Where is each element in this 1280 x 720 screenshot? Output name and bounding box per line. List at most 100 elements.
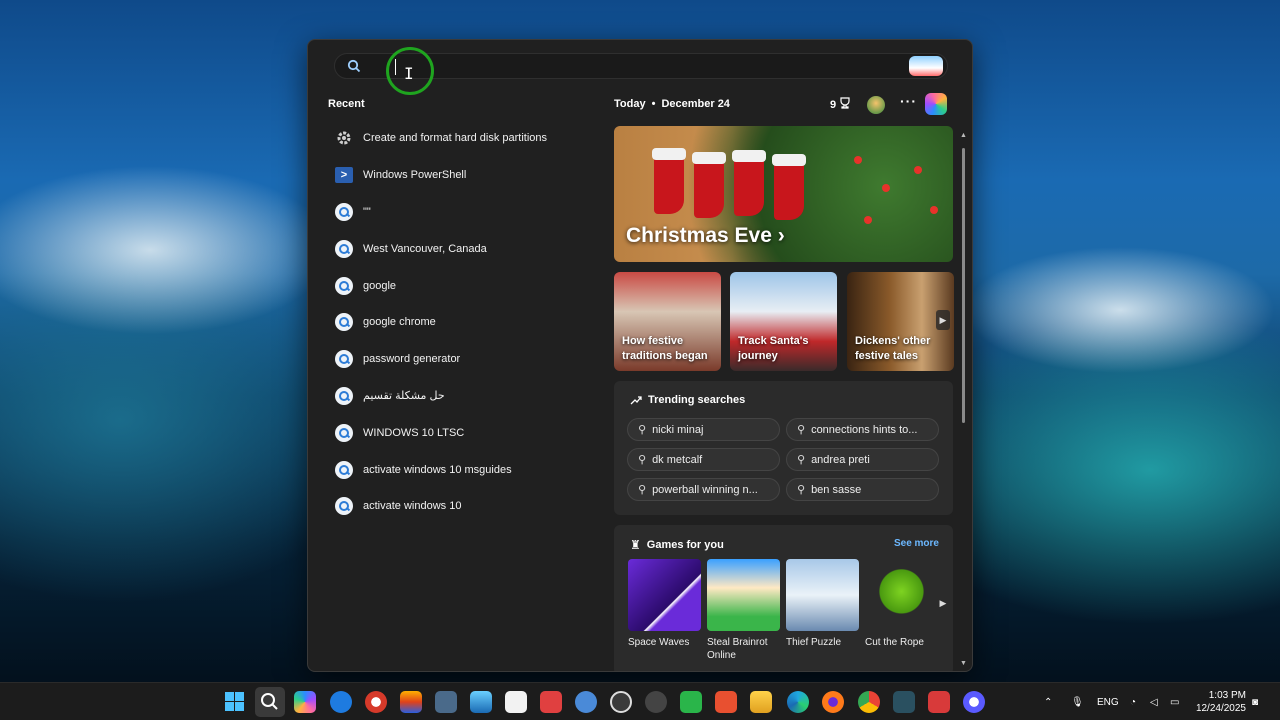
- windows-logo-icon: [235, 702, 244, 711]
- rewards-button[interactable]: 9: [830, 97, 851, 111]
- trophy-icon: [840, 97, 850, 109]
- recent-item-search[interactable]: google: [334, 267, 594, 304]
- game-thumbnail: [628, 559, 701, 631]
- recent-item-search[interactable]: activate windows 10 msguides: [334, 451, 594, 488]
- trending-pill[interactable]: ⚲ connections hints to...: [786, 418, 939, 441]
- recent-item-powershell[interactable]: > Windows PowerShell: [334, 157, 594, 194]
- recent-item-label: West Vancouver, Canada: [363, 242, 487, 255]
- game-name: Steal Brainrot Online: [707, 637, 768, 661]
- more-options-icon[interactable]: ···: [900, 93, 917, 109]
- ornament-graphic: [930, 206, 938, 214]
- app-icon[interactable]: [680, 691, 702, 713]
- stocking-graphic: [652, 148, 686, 214]
- battery-icon[interactable]: ▭: [1170, 683, 1179, 720]
- next-arrow-icon[interactable]: ▶: [936, 310, 950, 330]
- recent-item-label: حل مشكلة تقسيم: [363, 390, 445, 403]
- game-tile[interactable]: Steal Brainrot Online: [707, 559, 780, 662]
- search-icon: ⚲: [638, 484, 647, 496]
- trending-pill[interactable]: ⚲ ben sasse: [786, 478, 939, 501]
- media-player-icon[interactable]: [330, 691, 352, 713]
- avatar[interactable]: [867, 96, 885, 114]
- next-arrow-icon[interactable]: ▶: [936, 593, 950, 613]
- start-button[interactable]: [224, 691, 246, 713]
- notification-icon[interactable]: ◙: [1252, 683, 1258, 720]
- recent-item-search[interactable]: google chrome: [334, 304, 594, 341]
- ornament-graphic: [882, 184, 890, 192]
- scroll-down-icon[interactable]: ▼: [960, 660, 967, 667]
- app-icon[interactable]: [505, 691, 527, 713]
- volume-icon[interactable]: ◁: [1150, 683, 1158, 720]
- recent-item-search[interactable]: activate windows 10: [334, 488, 594, 525]
- chrome-icon[interactable]: [858, 691, 880, 713]
- story-card[interactable]: How festive traditions began: [614, 272, 721, 371]
- search-input[interactable]: [369, 57, 889, 77]
- copilot-app-icon[interactable]: [294, 691, 316, 713]
- ornament-graphic: [914, 166, 922, 174]
- app-icon[interactable]: [400, 691, 422, 713]
- game-name: Thief Puzzle: [786, 637, 842, 648]
- game-tile[interactable]: Cut the Rope: [865, 559, 938, 649]
- recent-item-search[interactable]: حل مشكلة تقسيم: [334, 378, 594, 415]
- search-icon: ⚲: [638, 454, 647, 466]
- app-icon[interactable]: [575, 691, 597, 713]
- scroll-up-icon[interactable]: ▲: [960, 132, 967, 139]
- trending-pill[interactable]: ⚲ andrea preti: [786, 448, 939, 471]
- app-icon[interactable]: [893, 691, 915, 713]
- photos-icon[interactable]: [470, 691, 492, 713]
- game-tile[interactable]: Space Waves: [628, 559, 701, 649]
- clock-date: 12/24/2025: [1195, 703, 1246, 714]
- search-result-icon: [335, 386, 353, 405]
- app-icon[interactable]: [435, 691, 457, 713]
- search-icon: [347, 59, 361, 73]
- search-icon: ⚲: [638, 424, 647, 436]
- record-app-icon[interactable]: [365, 691, 387, 713]
- edge-browser-icon[interactable]: [787, 691, 809, 713]
- app-icon[interactable]: [928, 691, 950, 713]
- trending-pill[interactable]: ⚲ dk metcalf: [627, 448, 780, 471]
- app-icon[interactable]: [610, 691, 632, 713]
- trending-searches: Trending searches ⚲ nicki minaj ⚲ connecti…: [614, 381, 953, 515]
- hero-card-christmas-eve[interactable]: Christmas Eve ›: [614, 126, 953, 262]
- clock[interactable]: 1:03 PM 12/24/2025: [1196, 689, 1246, 715]
- app-icon[interactable]: [963, 691, 985, 713]
- see-more-link[interactable]: See more: [894, 538, 939, 549]
- story-card[interactable]: Track Santa's journey: [730, 272, 837, 371]
- microphone-icon[interactable]: 🎙: [1071, 683, 1084, 720]
- search-highlight-icon[interactable]: [909, 56, 943, 76]
- recent-item-search[interactable]: West Vancouver, Canada: [334, 230, 594, 267]
- taskbar-search-button[interactable]: [255, 687, 285, 717]
- recent-item-label: google chrome: [363, 316, 436, 329]
- search-result-icon: [335, 350, 353, 369]
- gear-icon: [334, 128, 354, 148]
- game-thumbnail: [865, 559, 938, 631]
- scrollbar[interactable]: ▲ ▼: [959, 132, 969, 667]
- recent-item-disk-partitions[interactable]: Create and format hard disk partitions: [334, 120, 594, 157]
- stocking-graphic: [692, 152, 726, 218]
- recent-item-search[interactable]: password generator: [334, 341, 594, 378]
- file-explorer-icon[interactable]: [750, 691, 772, 713]
- today-label: Today: [614, 98, 646, 110]
- scrollbar-thumb[interactable]: [962, 148, 965, 423]
- trending-arrow-icon: [630, 396, 642, 405]
- story-card-caption: How festive traditions began: [622, 335, 708, 362]
- show-hidden-icons-icon[interactable]: ⌃: [1044, 683, 1052, 720]
- stocking-graphic: [732, 150, 766, 216]
- trending-pill[interactable]: ⚲ powerball winning n...: [627, 478, 780, 501]
- powershell-icon: >: [334, 165, 354, 185]
- today-date: December 24: [661, 98, 730, 110]
- game-tile[interactable]: Thief Puzzle: [786, 559, 859, 649]
- firefox-icon[interactable]: [822, 691, 844, 713]
- recent-item-search[interactable]: WINDOWS 10 LTSC: [334, 414, 594, 451]
- language-indicator[interactable]: ENG: [1097, 683, 1119, 720]
- story-card-caption: Track Santa's journey: [738, 335, 809, 362]
- ornament-graphic: [854, 156, 862, 164]
- highlights-feed: Christmas Eve › How festive traditions be…: [614, 126, 954, 671]
- app-icon[interactable]: [540, 691, 562, 713]
- wifi-icon[interactable]: ◔: [1130, 683, 1136, 720]
- recent-item-search[interactable]: "": [334, 194, 594, 231]
- copilot-icon[interactable]: [925, 93, 947, 115]
- app-icon[interactable]: [715, 691, 737, 713]
- app-icon[interactable]: [645, 691, 667, 713]
- search-icon: ⚲: [797, 424, 806, 436]
- trending-pill[interactable]: ⚲ nicki minaj: [627, 418, 780, 441]
